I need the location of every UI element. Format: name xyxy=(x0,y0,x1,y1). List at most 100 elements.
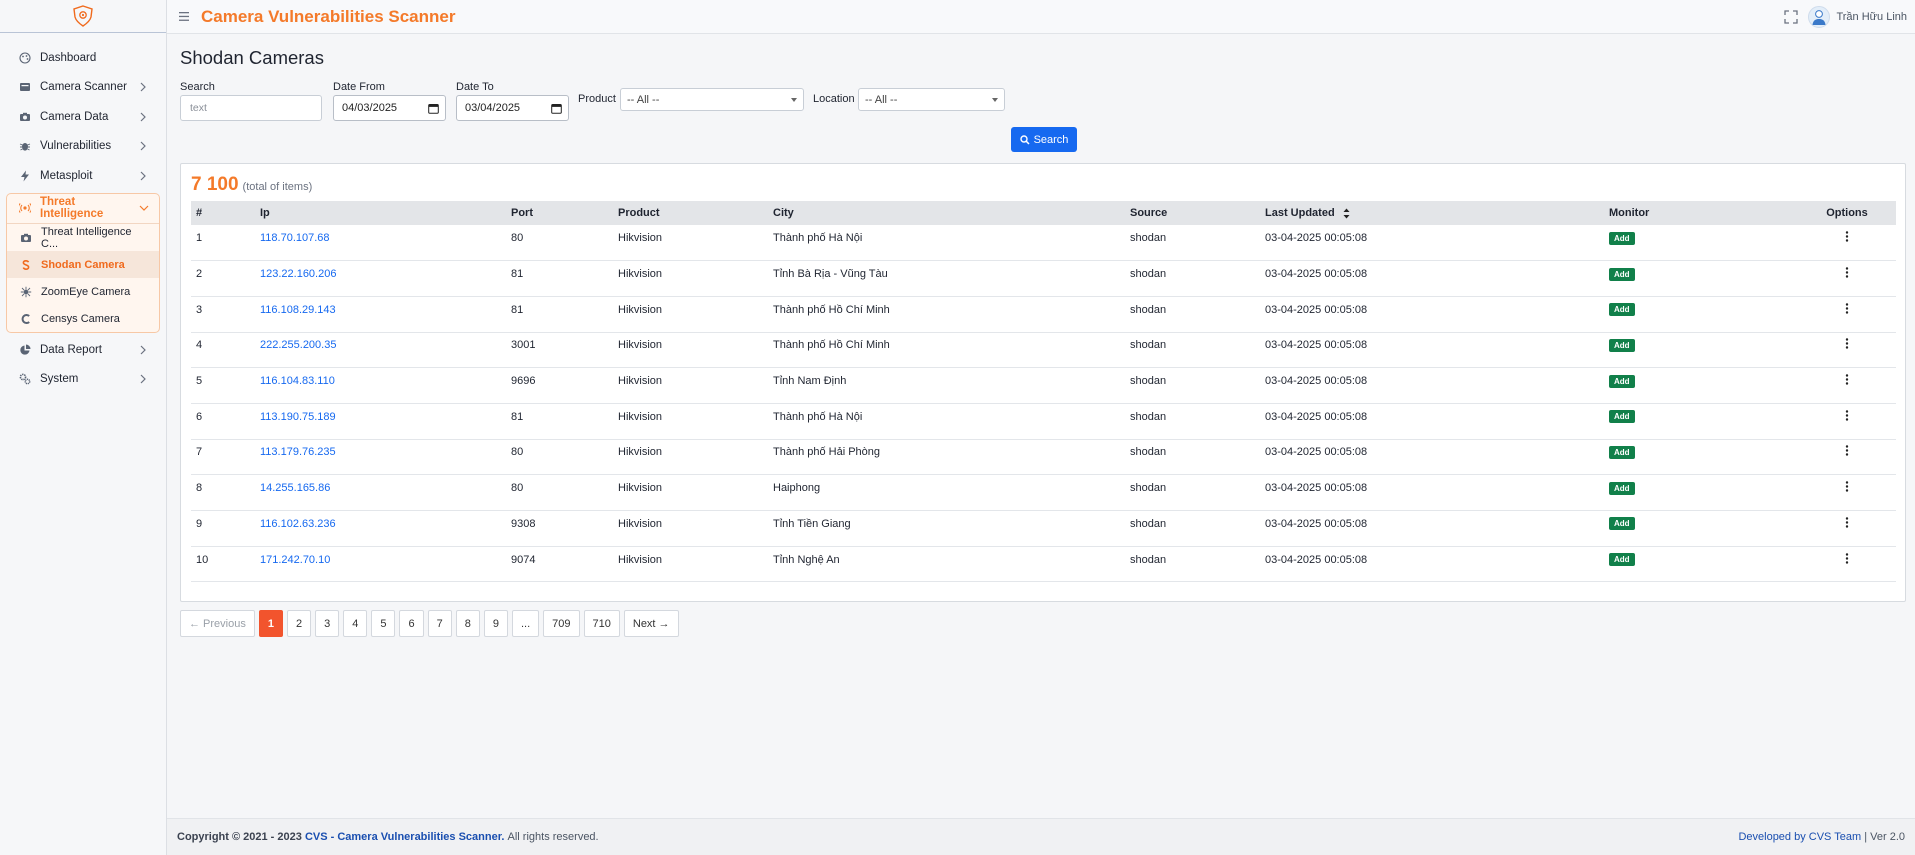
pagination-page-button[interactable]: 6 xyxy=(399,610,424,637)
sidebar-item-system[interactable]: System xyxy=(0,365,166,395)
more-options-icon[interactable] xyxy=(1845,517,1849,531)
date-from-input[interactable]: 04/03/2025 xyxy=(333,95,446,121)
sidebar-item-camera-scanner[interactable]: Camera Scanner xyxy=(0,73,166,103)
ip-link[interactable]: 116.102.63.236 xyxy=(260,518,336,530)
sidebar-item-vulnerabilities[interactable]: Vulnerabilities xyxy=(0,132,166,162)
search-button[interactable]: Search xyxy=(1011,127,1077,152)
calendar-icon[interactable] xyxy=(551,103,562,114)
pagination-page-button[interactable]: 709 xyxy=(543,610,580,637)
add-monitor-button[interactable]: Add xyxy=(1609,445,1635,459)
location-select[interactable]: -- All -- xyxy=(858,88,1005,111)
add-monitor-button[interactable]: Add xyxy=(1609,338,1635,352)
pagination-next-button[interactable]: Next → xyxy=(623,610,679,637)
date-to-input[interactable]: 03/04/2025 xyxy=(456,95,569,121)
pagination: ← Previous 1 2 3 4 5 6 7 8 9... 709 710 Next → xyxy=(180,610,679,637)
hamburger-menu-icon[interactable] xyxy=(179,9,193,24)
column-header-product[interactable]: Product xyxy=(613,201,768,225)
pagination-page-button[interactable]: 9 xyxy=(483,610,508,637)
add-monitor-button[interactable]: Add xyxy=(1609,553,1635,567)
sidebar-item-data-report[interactable]: Data Report xyxy=(0,335,166,365)
ip-link[interactable]: 116.104.83.110 xyxy=(260,375,335,387)
row-monitor-cell: Add xyxy=(1604,332,1798,369)
pagination-page-button[interactable]: 3 xyxy=(315,610,340,637)
more-options-icon[interactable] xyxy=(1845,410,1849,424)
column-header-ip[interactable]: Ip xyxy=(255,201,506,225)
add-monitor-button[interactable]: Add xyxy=(1609,410,1635,424)
pagination-page-button[interactable]: 5 xyxy=(371,610,396,637)
more-options-icon[interactable] xyxy=(1845,231,1849,245)
ip-link[interactable]: 171.242.70.10 xyxy=(260,554,330,566)
footer-copyright: Copyright © 2021 - 2023 xyxy=(177,831,302,843)
sidebar-menu: Dashboard Camera Scanner Camera Data Vul… xyxy=(0,33,166,394)
pagination-page-button[interactable]: 2 xyxy=(286,610,312,637)
more-options-icon[interactable] xyxy=(1845,552,1849,567)
sidebar-item-metasploit[interactable]: Metasploit xyxy=(0,161,166,191)
more-options-icon[interactable] xyxy=(1845,374,1849,388)
table-row: 7 113.179.76.235 80 Hikvision Thành phố Hải … xyxy=(191,439,1896,476)
footer-brand-link[interactable]: CVS - Camera Vulnerabilities Scanner. xyxy=(305,831,505,843)
add-monitor-button[interactable]: Add xyxy=(1609,303,1635,317)
date-from-value: 04/03/2025 xyxy=(342,102,398,114)
more-options-icon[interactable] xyxy=(1845,445,1849,459)
row-monitor-cell: Add xyxy=(1604,546,1798,583)
column-header-source[interactable]: Source xyxy=(1125,201,1260,225)
calendar-icon[interactable] xyxy=(428,103,439,114)
sidebar-item-threat-intelligence-camera[interactable]: Threat Intelligence C... xyxy=(7,224,159,251)
ip-link[interactable]: 113.190.75.189 xyxy=(260,411,336,423)
user-avatar-icon xyxy=(1812,10,1826,25)
ip-link[interactable]: 118.70.107.68 xyxy=(260,232,330,244)
row-city-cell: Thành phố Hà Nội xyxy=(768,403,1125,440)
pagination-page-button[interactable]: 7 xyxy=(427,610,452,637)
row-options-cell xyxy=(1798,439,1896,476)
fullscreen-icon[interactable] xyxy=(1784,10,1799,24)
sidebar-item-dashboard[interactable]: Dashboard xyxy=(0,43,166,73)
more-options-icon[interactable] xyxy=(1845,303,1849,317)
footer-right: Developed by CVS Team | Ver 2.0 xyxy=(1738,831,1905,843)
ip-link[interactable]: 113.179.76.235 xyxy=(260,446,336,458)
user-name[interactable]: Trần Hữu Linh xyxy=(1836,11,1907,23)
pagination-page-button[interactable]: 8 xyxy=(455,610,480,637)
add-monitor-button[interactable]: Add xyxy=(1609,267,1635,281)
footer-developer-link[interactable]: Developed by CVS Team xyxy=(1738,831,1861,843)
column-header-last-updated[interactable]: Last Updated xyxy=(1260,201,1604,225)
ip-link[interactable]: 123.22.160.206 xyxy=(260,268,336,280)
add-monitor-button[interactable]: Add xyxy=(1609,374,1635,388)
column-header-number[interactable]: # xyxy=(191,201,255,225)
search-input[interactable] xyxy=(180,95,322,121)
add-monitor-button[interactable]: Add xyxy=(1609,481,1635,495)
add-monitor-button[interactable]: Add xyxy=(1609,517,1635,531)
row-city-cell: Haiphong xyxy=(768,474,1125,511)
sidebar-item-camera-data[interactable]: Camera Data xyxy=(0,102,166,132)
location-label: Location xyxy=(813,93,855,105)
more-options-icon[interactable] xyxy=(1845,267,1849,281)
table-row: 3 116.108.29.143 81 Hikvision Thành phố Hồ C… xyxy=(191,296,1896,333)
ip-link[interactable]: 14.255.165.86 xyxy=(260,482,330,494)
sort-icon[interactable] xyxy=(1343,208,1350,219)
product-select[interactable]: -- All -- xyxy=(620,88,804,111)
pagination-previous-button[interactable]: ← Previous xyxy=(180,610,255,637)
row-number-cell: 4 xyxy=(191,332,255,369)
pagination-page-button[interactable]: 4 xyxy=(343,610,368,637)
column-header-port[interactable]: Port xyxy=(506,201,613,225)
row-city-cell: Thành phố Hồ Chí Minh xyxy=(768,332,1125,369)
column-header-city[interactable]: City xyxy=(768,201,1125,225)
ip-link[interactable]: 116.108.29.143 xyxy=(260,304,336,316)
row-last-updated-cell: 03-04-2025 00:05:08 xyxy=(1260,332,1604,369)
column-header-options: Options xyxy=(1798,201,1896,225)
user-avatar[interactable] xyxy=(1808,6,1831,28)
pagination-page-button[interactable]: 1 xyxy=(258,610,283,637)
results-card: 7 100 (total of items) # Ip Port Product… xyxy=(180,163,1906,602)
ip-link[interactable]: 222.255.200.35 xyxy=(260,339,336,351)
sidebar-item-censys-camera[interactable]: Censys Camera xyxy=(7,305,159,332)
sidebar-item-zoomeye-camera[interactable]: ZoomEye Camera xyxy=(7,278,159,305)
results-table: # Ip Port Product City Source Last Updat… xyxy=(191,201,1896,583)
app-logo[interactable] xyxy=(0,0,166,33)
more-options-icon[interactable] xyxy=(1845,338,1849,352)
more-options-icon[interactable] xyxy=(1845,481,1849,495)
pagination-page-button[interactable]: 710 xyxy=(583,610,620,637)
row-source-cell: shodan xyxy=(1125,225,1260,262)
add-monitor-button[interactable]: Add xyxy=(1609,231,1635,245)
row-last-updated-cell: 03-04-2025 00:05:08 xyxy=(1260,367,1604,404)
sidebar-item-shodan-camera[interactable]: Shodan Camera xyxy=(7,251,159,278)
sidebar-item-threat-intelligence[interactable]: Threat Intelligence xyxy=(7,194,159,224)
